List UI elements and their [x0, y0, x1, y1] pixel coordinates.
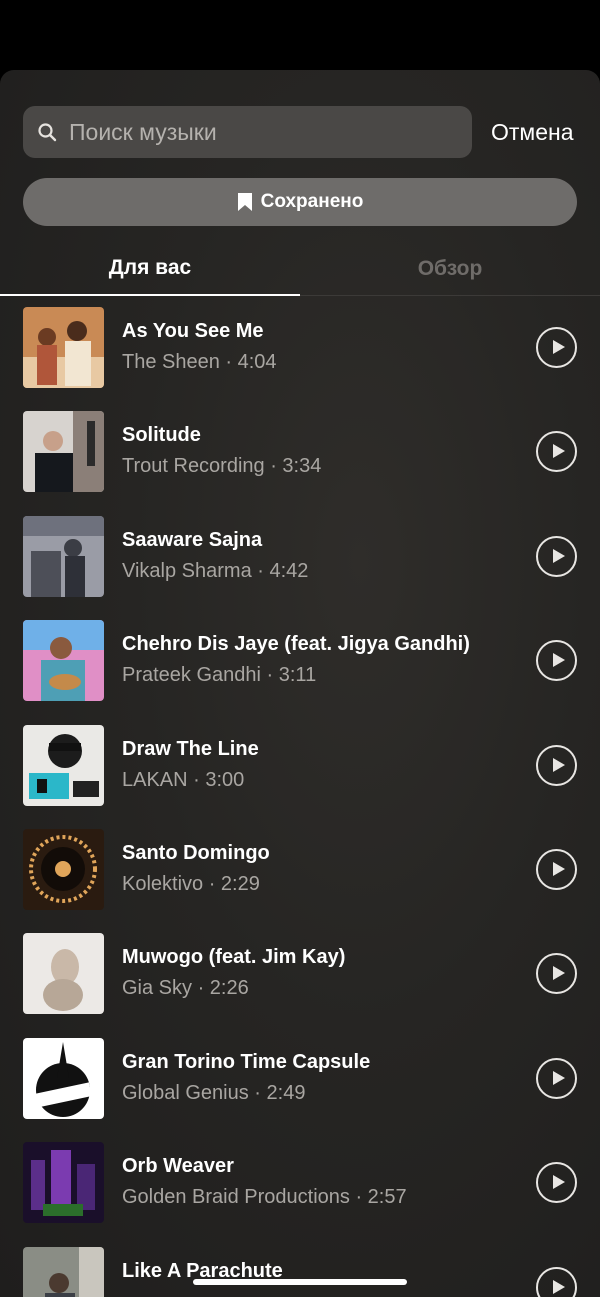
search-icon — [38, 123, 57, 142]
track-subtitle: Trout Recording · 3:34 — [122, 455, 322, 478]
track-subtitle: Vikalp Sharma · 4:42 — [122, 559, 309, 582]
saved-button-label: Сохранено — [260, 191, 364, 212]
play-icon[interactable] — [536, 535, 577, 577]
track-title: Santo Domingo — [122, 841, 270, 864]
track-subtitle: Gia Sky · 2:26 — [122, 977, 249, 1000]
track-title: Gran Torino Time Capsule — [122, 1050, 371, 1073]
play-icon[interactable] — [536, 953, 577, 995]
album-cover — [23, 515, 104, 597]
track-row[interactable]: Santo Domingo Kolektivo · 2:29 — [0, 828, 600, 933]
search-input[interactable] — [69, 106, 459, 158]
play-icon[interactable] — [536, 744, 577, 786]
play-icon[interactable] — [536, 640, 577, 682]
play-icon[interactable] — [536, 848, 577, 890]
album-cover — [23, 828, 104, 910]
play-icon[interactable] — [536, 1162, 577, 1204]
album-cover — [23, 307, 104, 388]
track-subtitle: Golden Braid Productions · 2:57 — [122, 1186, 407, 1209]
album-cover — [23, 724, 104, 806]
album-cover — [23, 411, 104, 493]
track-subtitle: Global Genius · 2:49 — [122, 1081, 306, 1104]
track-title: Draw The Line — [122, 737, 259, 760]
track-row[interactable]: Saaware Sajna Vikalp Sharma · 4:42 — [0, 515, 600, 620]
search-field[interactable] — [23, 106, 472, 158]
track-list: As You See Me The Sheen · 4:04 Solitude … — [0, 307, 600, 1297]
track-row[interactable]: Solitude Trout Recording · 3:34 — [0, 411, 600, 515]
track-row[interactable]: Like A Parachute — [0, 1246, 600, 1297]
track-title: Muwogo (feat. Jim Kay) — [122, 946, 346, 969]
track-subtitle: Prateek Gandhi · 3:11 — [122, 664, 317, 687]
saved-button[interactable]: Сохранено — [23, 178, 577, 226]
track-subtitle: LAKAN · 3:00 — [122, 768, 245, 791]
track-title: Saaware Sajna — [122, 528, 263, 551]
tab-browse[interactable]: Обзор — [300, 242, 600, 296]
album-cover — [23, 1142, 104, 1224]
track-row[interactable]: Chehro Dis Jaye (feat. Jigya Gandhi) Pra… — [0, 620, 600, 724]
track-row[interactable]: Gran Torino Time Capsule Global Genius ·… — [0, 1037, 600, 1142]
music-picker-sheet: Отмена Сохранено Для вас Обзор As You Se… — [0, 70, 600, 1297]
track-row[interactable]: As You See Me The Sheen · 4:04 — [0, 307, 600, 411]
track-title: As You See Me — [122, 320, 264, 342]
play-icon[interactable] — [536, 327, 577, 368]
track-title: Chehro Dis Jaye (feat. Jigya Gandhi) — [122, 633, 470, 656]
home-indicator — [193, 1279, 407, 1285]
track-subtitle: Kolektivo · 2:29 — [122, 872, 260, 895]
album-cover — [23, 933, 104, 1015]
album-cover — [23, 1246, 104, 1297]
track-title: Solitude — [122, 424, 201, 447]
play-icon[interactable] — [536, 431, 577, 473]
tab-bar: Для вас Обзор — [0, 242, 600, 296]
tab-for-you[interactable]: Для вас — [0, 242, 300, 296]
track-subtitle: The Sheen · 4:04 — [122, 351, 277, 373]
bookmark-icon — [237, 193, 252, 211]
search-row: Отмена — [23, 106, 583, 158]
play-icon[interactable] — [536, 1266, 577, 1297]
track-title: Orb Weaver — [122, 1155, 234, 1178]
play-icon[interactable] — [536, 1057, 577, 1099]
track-row[interactable]: Muwogo (feat. Jim Kay) Gia Sky · 2:26 — [0, 933, 600, 1037]
track-row[interactable]: Orb Weaver Golden Braid Productions · 2:… — [0, 1142, 600, 1246]
album-cover — [23, 1037, 104, 1119]
cancel-button[interactable]: Отмена — [491, 106, 574, 158]
album-cover — [23, 620, 104, 702]
track-row[interactable]: Draw The Line LAKAN · 3:00 — [0, 724, 600, 829]
